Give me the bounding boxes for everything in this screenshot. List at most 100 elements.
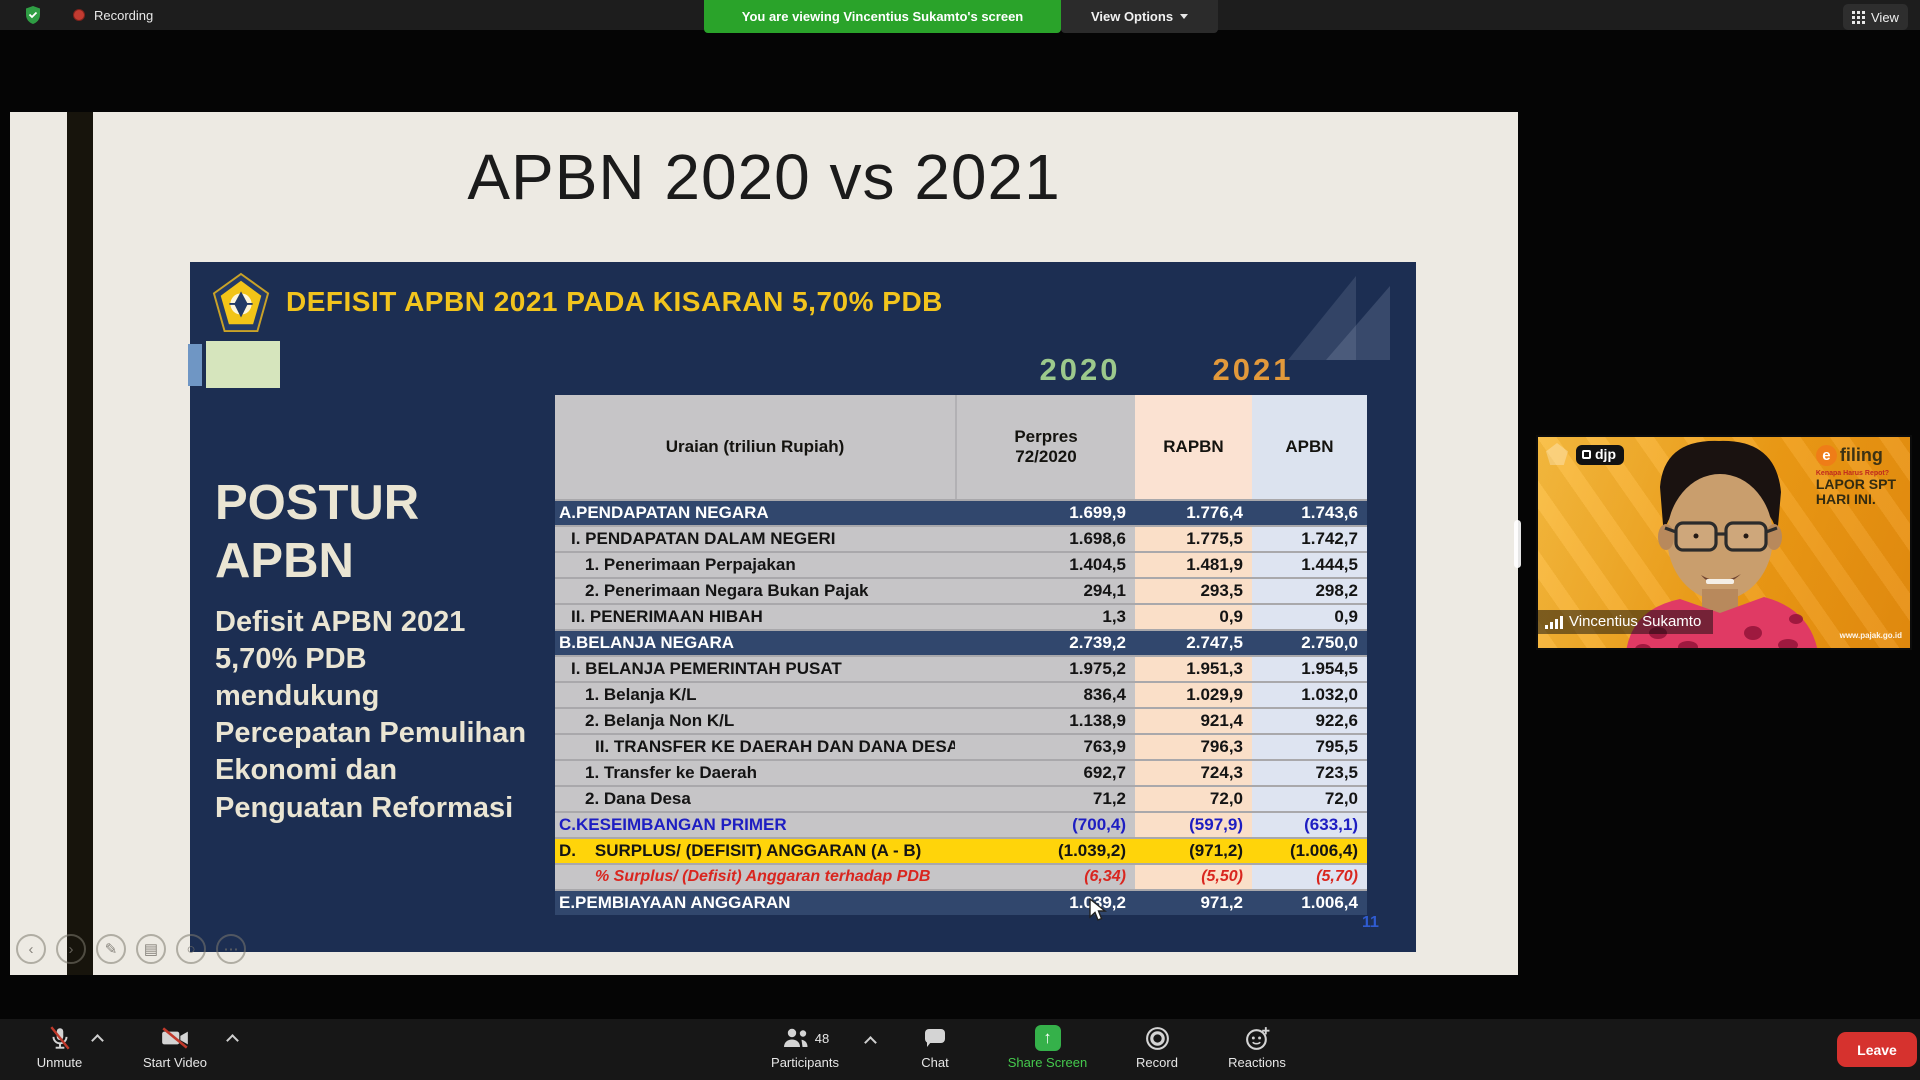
table-row: B.BELANJA NEGARA2.739,22.747,52.750,0 — [555, 629, 1367, 655]
leave-button[interactable]: Leave — [1837, 1032, 1917, 1067]
start-video-label: Start Video — [143, 1055, 207, 1070]
table-row: D. SURPLUS/ (DEFISIT) ANGGARAN (A - B)(1… — [555, 837, 1367, 863]
row-value: 1.032,0 — [1252, 683, 1367, 707]
row-value: 795,5 — [1252, 735, 1367, 759]
view-options-label: View Options — [1091, 9, 1173, 24]
recording-dot-icon — [73, 9, 85, 21]
view-options-button[interactable]: View Options — [1061, 0, 1218, 33]
row-value: (6,34) — [955, 865, 1135, 889]
more-options-button[interactable]: ⋯ — [216, 934, 246, 964]
row-value: 72,0 — [1252, 787, 1367, 811]
table-row: 1. Penerimaan Perpajakan1.404,51.481,91.… — [555, 551, 1367, 577]
share-screen-icon: ↑ — [1035, 1025, 1061, 1051]
decor-blue-square — [188, 344, 202, 386]
presentation-edge-stripe — [67, 112, 93, 975]
row-value: 1.006,4 — [1252, 891, 1367, 915]
row-label: D. SURPLUS/ (DEFISIT) ANGGARAN (A - B) — [555, 839, 955, 863]
row-value: 2.750,0 — [1252, 631, 1367, 655]
zoom-magnifier-button[interactable]: ○ — [176, 934, 206, 964]
table-row: 2. Belanja Non K/L1.138,9921,4922,6 — [555, 707, 1367, 733]
row-value: (1.039,2) — [955, 839, 1135, 863]
col-header-apbn: APBN — [1252, 395, 1367, 499]
budget-table: Uraian (triliun Rupiah) Perpres 72/2020 … — [555, 395, 1367, 915]
table-row: II. PENERIMAAN HIBAH1,30,90,9 — [555, 603, 1367, 629]
pen-annotate-button[interactable]: ✎ — [96, 934, 126, 964]
row-label: 2. Dana Desa — [555, 787, 955, 811]
row-value: 1.743,6 — [1252, 501, 1367, 525]
table-row: II. TRANSFER KE DAERAH DAN DANA DESA763,… — [555, 733, 1367, 759]
slideshow-nav-toolbar: ‹ › ✎ ▤ ○ ⋯ — [16, 934, 246, 964]
table-row: E.PEMBIAYAAN ANGGARAN1.039,2971,21.006,4 — [555, 889, 1367, 915]
year-2020-label: 2020 — [1010, 352, 1150, 388]
row-value: 72,0 — [1135, 787, 1252, 811]
panel-resize-handle[interactable] — [1514, 520, 1521, 568]
view-button[interactable]: View — [1843, 4, 1908, 30]
row-value: 922,6 — [1252, 709, 1367, 733]
start-video-button[interactable]: Start Video — [115, 1023, 235, 1070]
participants-count: 48 — [815, 1031, 829, 1046]
row-label: II. PENERIMAAN HIBAH — [555, 605, 955, 629]
row-value: 796,3 — [1135, 735, 1252, 759]
previous-slide-button[interactable]: ‹ — [16, 934, 46, 964]
slide-banner-heading: DEFISIT APBN 2021 PADA KISARAN 5,70% PDB — [286, 286, 943, 318]
row-value: 1.742,7 — [1252, 527, 1367, 551]
signal-bars-icon — [1545, 615, 1563, 629]
chat-label: Chat — [921, 1055, 948, 1070]
zoom-meeting-window: Recording You are viewing Vincentius Suk… — [0, 0, 1920, 1080]
website-url: www.pajak.go.id — [1840, 631, 1902, 640]
row-value: (700,4) — [955, 813, 1135, 837]
djp-label: djp — [1595, 446, 1616, 462]
chat-button[interactable]: Chat — [900, 1023, 970, 1070]
security-shield-icon — [24, 5, 42, 25]
row-value: 1.699,9 — [955, 501, 1135, 525]
unmute-button[interactable]: Unmute — [12, 1023, 107, 1070]
chevron-down-icon — [1180, 14, 1188, 23]
row-value: 71,2 — [955, 787, 1135, 811]
row-value: 1.404,5 — [955, 553, 1135, 577]
row-value: (5,70) — [1252, 865, 1367, 889]
row-value: (633,1) — [1252, 813, 1367, 837]
show-slides-button[interactable]: ▤ — [136, 934, 166, 964]
row-value: (1.006,4) — [1252, 839, 1367, 863]
row-label: I. PENDAPATAN DALAM NEGERI — [555, 527, 955, 551]
col-header-perpres: Perpres 72/2020 — [955, 395, 1135, 499]
table-row: 2. Dana Desa71,272,072,0 — [555, 785, 1367, 811]
djp-logo: djp — [1576, 445, 1624, 465]
row-value: 1.975,2 — [955, 657, 1135, 681]
row-value: 1.951,3 — [1135, 657, 1252, 681]
row-label: 2. Belanja Non K/L — [555, 709, 955, 733]
unmute-label: Unmute — [37, 1055, 83, 1070]
viewing-screen-banner: You are viewing Vincentius Sukamto's scr… — [704, 0, 1061, 33]
table-row: 2. Penerimaan Negara Bukan Pajak294,1293… — [555, 577, 1367, 603]
table-row: I. PENDAPATAN DALAM NEGERI1.698,61.775,5… — [555, 525, 1367, 551]
row-value: 2.747,5 — [1135, 631, 1252, 655]
row-value: 921,4 — [1135, 709, 1252, 733]
row-label: C.KESEIMBANGAN PRIMER — [555, 813, 955, 837]
budget-table-header: Uraian (triliun Rupiah) Perpres 72/2020 … — [555, 395, 1367, 499]
mouse-cursor — [1088, 898, 1110, 922]
grid-view-icon — [1852, 11, 1865, 24]
row-label: E.PEMBIAYAAN ANGGARAN — [555, 891, 955, 915]
meeting-top-bar: Recording You are viewing Vincentius Suk… — [0, 0, 1920, 30]
reactions-button[interactable]: Reactions — [1212, 1023, 1302, 1070]
row-value: 723,5 — [1252, 761, 1367, 785]
record-label: Record — [1136, 1055, 1178, 1070]
participants-button[interactable]: 48 Participants — [745, 1023, 865, 1070]
participant-video-tile[interactable]: djp e filing Kenapa Harus Repot? LAPOR S… — [1536, 435, 1912, 650]
row-label: % Surplus/ (Defisit) Anggaran terhadap P… — [555, 865, 955, 889]
table-row: A.PENDAPATAN NEGARA1.699,91.776,41.743,6 — [555, 499, 1367, 525]
reactions-label: Reactions — [1228, 1055, 1286, 1070]
record-button[interactable]: Record — [1122, 1023, 1192, 1070]
row-label: A.PENDAPATAN NEGARA — [555, 501, 955, 525]
slide-graphic-panel: DEFISIT APBN 2021 PADA KISARAN 5,70% PDB… — [190, 262, 1416, 952]
efiling-tagline-line1: LAPOR SPT — [1816, 477, 1896, 492]
djp-square-icon — [1582, 450, 1591, 459]
share-screen-button[interactable]: ↑ Share Screen — [990, 1023, 1105, 1070]
row-label: B.BELANJA NEGARA — [555, 631, 955, 655]
next-slide-button[interactable]: › — [56, 934, 86, 964]
table-row: 1. Belanja K/L836,41.029,91.032,0 — [555, 681, 1367, 707]
decor-green-rect — [206, 341, 280, 388]
share-screen-label: Share Screen — [1008, 1055, 1088, 1070]
row-value: 1.775,5 — [1135, 527, 1252, 551]
row-value: 1.954,5 — [1252, 657, 1367, 681]
